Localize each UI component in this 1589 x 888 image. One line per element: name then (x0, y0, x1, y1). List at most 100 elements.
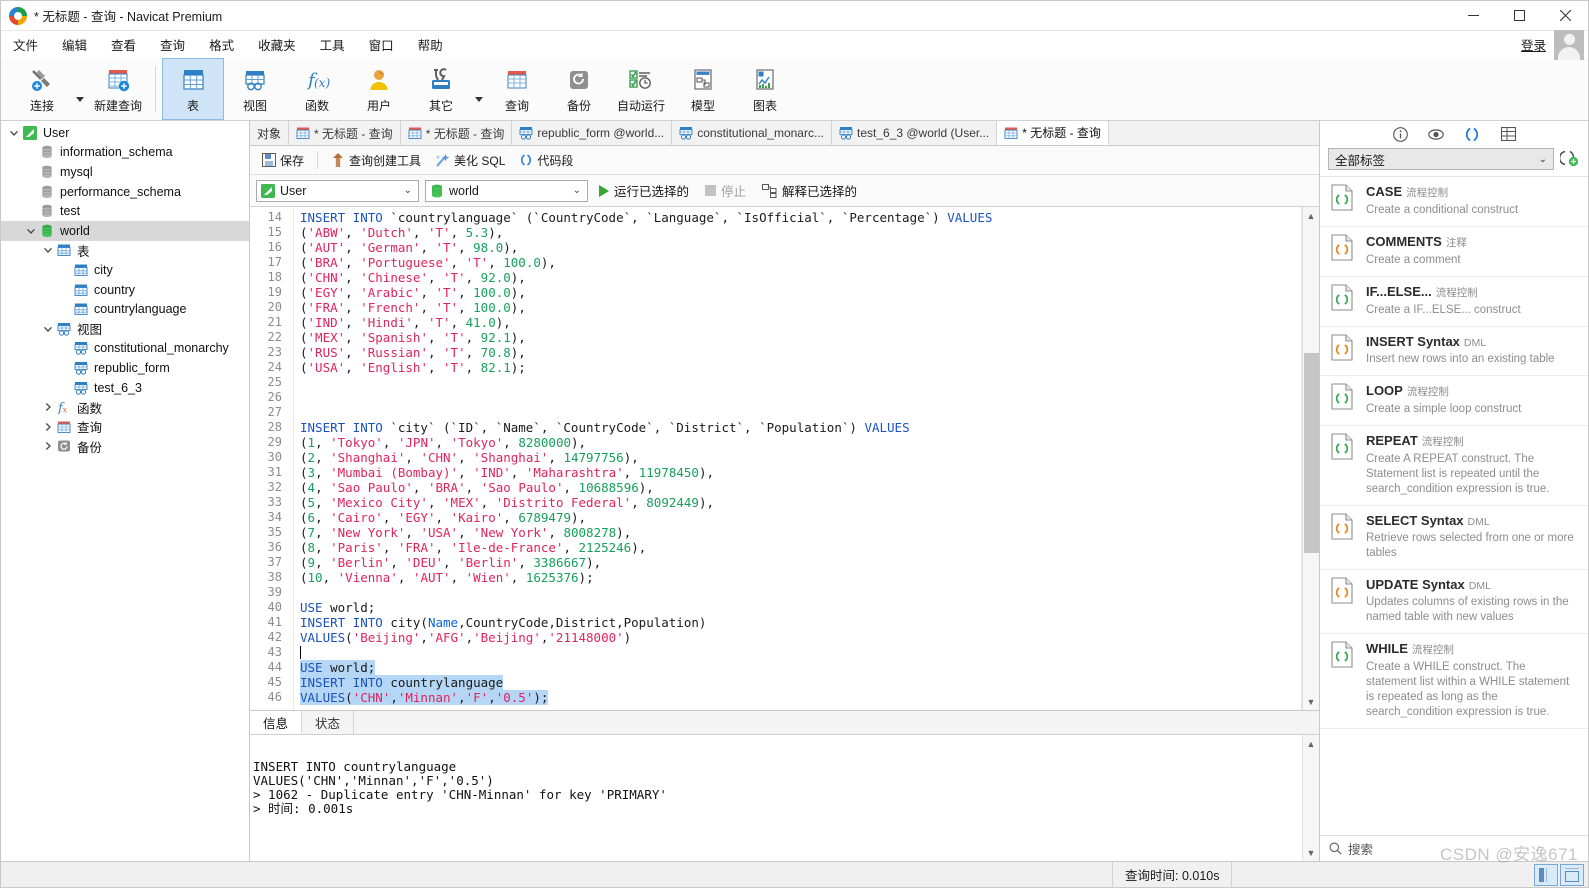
expand-chevron-right-icon[interactable] (41, 422, 55, 432)
editor-line[interactable]: 31 (3, 'Mumbai (Bombay)', 'IND', 'Maharas… (250, 465, 1301, 480)
close-button[interactable] (1542, 1, 1588, 31)
menu-item-file[interactable]: 文件 (1, 31, 50, 58)
tab-1[interactable]: * 无标题 - 查询 (289, 121, 401, 145)
avatar[interactable] (1554, 29, 1584, 60)
beautify-sql-button[interactable]: 美化 SQL (429, 149, 511, 172)
tree-item-test[interactable]: test (1, 201, 249, 221)
run-selected-button[interactable]: 运行已选择的 (594, 178, 694, 203)
stop-button[interactable]: 停止 (700, 178, 751, 203)
menu-item-query[interactable]: 查询 (148, 31, 197, 58)
snippet-list[interactable]: CASE 流程控制 Create a conditional construct CO… (1320, 176, 1588, 835)
toolbar-model[interactable]: 模型 (672, 58, 734, 120)
grid-icon[interactable] (1499, 125, 1517, 143)
toolbar-function[interactable]: f (x) 函数 (286, 58, 348, 120)
tab-5[interactable]: test_6_3 @world (User... (831, 121, 998, 145)
snippets-button[interactable]: 代码段 (513, 149, 579, 172)
menu-item-window[interactable]: 窗口 (357, 31, 406, 58)
other-dropdown-caret[interactable] (472, 58, 486, 120)
snippet-item[interactable]: IF...ELSE... 流程控制 Create a IF...ELSE... co… (1320, 277, 1588, 327)
editor-line[interactable]: 34 (6, 'Cairo', 'EGY', 'Kairo', 6789479), (250, 510, 1301, 525)
tree-item-[interactable]: 视图 (1, 319, 249, 339)
login-link[interactable]: 登录 (1521, 35, 1546, 54)
tab-2[interactable]: * 无标题 - 查询 (400, 121, 513, 145)
editor-line[interactable]: 33 (5, 'Mexico City', 'MEX', 'Distrito Fe… (250, 495, 1301, 510)
info-icon[interactable] (1391, 125, 1409, 143)
toolbar-connection[interactable]: 连接 (11, 58, 73, 120)
result-tab-0[interactable]: 信息 (250, 711, 303, 734)
snippet-item[interactable]: UPDATE Syntax DML Updates columns of exist… (1320, 570, 1588, 634)
result-vertical-scrollbar[interactable]: ▲ ▼ (1302, 735, 1319, 861)
snippet-search[interactable]: 搜索 (1320, 835, 1588, 861)
editor-line[interactable]: 35 (7, 'New York', 'USA', 'New York', 800… (250, 525, 1301, 540)
editor-line[interactable]: 37 (9, 'Berlin', 'DEU', 'Berlin', 3386667… (250, 555, 1301, 570)
maximize-button[interactable] (1496, 1, 1542, 31)
tree-item-test_6_3[interactable]: test_6_3 (1, 378, 249, 398)
tree-item-mysql[interactable]: mysql (1, 162, 249, 182)
expand-chevron-right-icon[interactable] (41, 441, 55, 451)
editor-line[interactable]: 19 ('EGY', 'Arabic', 'T', 100.0), (250, 285, 1301, 300)
tree-item-[interactable]: f x 函数 (1, 397, 249, 417)
connection-select[interactable]: User ⌄ (256, 179, 419, 202)
tab-3[interactable]: republic_form @world... (512, 121, 673, 145)
scroll-down-icon[interactable]: ▼ (1303, 693, 1320, 710)
tab-4[interactable]: constitutional_monarc... (672, 121, 832, 145)
object-tree[interactable]: User information_schema mysql performance_s… (1, 121, 250, 861)
editor-line[interactable]: 25 (250, 375, 1301, 390)
toolbar-other[interactable]: 其它 (410, 58, 472, 120)
editor-vertical-scrollbar[interactable]: ▲ ▼ (1302, 207, 1319, 710)
snippet-icon[interactable] (1463, 125, 1481, 143)
editor-line[interactable]: 38 (10, 'Vienna', 'AUT', 'Wien', 1625376)… (250, 570, 1301, 585)
sql-editor[interactable]: 14 INSERT INTO `countrylanguage` (`Countr… (250, 207, 1302, 710)
tree-item-information_schema[interactable]: information_schema (1, 143, 249, 163)
toolbar-backup[interactable]: 备份 (548, 58, 610, 120)
tree-item-republic_form[interactable]: republic_form (1, 358, 249, 378)
snippet-item[interactable]: COMMENTS 注释 Create a comment (1320, 227, 1588, 277)
scroll-up-icon[interactable]: ▲ (1303, 207, 1320, 224)
tree-item-country[interactable]: country (1, 280, 249, 300)
tree-item-[interactable]: 查询 (1, 417, 249, 437)
scroll-up-icon[interactable]: ▲ (1303, 735, 1320, 752)
editor-line[interactable]: 27 (250, 405, 1301, 420)
editor-line[interactable]: 24 ('USA', 'English', 'T', 82.1); (250, 360, 1301, 375)
editor-line[interactable]: 15 ('ABW', 'Dutch', 'T', 5.3), (250, 225, 1301, 240)
tree-item-User[interactable]: User (1, 123, 249, 143)
query-builder-button[interactable]: 查询创建工具 (325, 149, 427, 172)
editor-line[interactable]: 14 INSERT INTO `countrylanguage` (`Countr… (250, 210, 1301, 225)
editor-line[interactable]: 41 INSERT INTO city(Name,CountryCode,Dist… (250, 615, 1301, 630)
editor-line[interactable]: 29 (1, 'Tokyo', 'JPN', 'Tokyo', 8280000), (250, 435, 1301, 450)
menu-item-format[interactable]: 格式 (197, 31, 246, 58)
tree-item-world[interactable]: world (1, 220, 249, 241)
editor-line[interactable]: 23 ('RUS', 'Russian', 'T', 70.8), (250, 345, 1301, 360)
expand-chevron-down-icon[interactable] (7, 128, 21, 138)
toolbar-table[interactable]: 表 (162, 58, 224, 120)
expand-chevron-down-icon[interactable] (24, 226, 38, 236)
menu-item-help[interactable]: 帮助 (406, 31, 455, 58)
snippet-item[interactable]: SELECT Syntax DML Retrieve rows selected f… (1320, 506, 1588, 570)
tree-item-performance_schema[interactable]: performance_schema (1, 182, 249, 202)
snippet-item[interactable]: CASE 流程控制 Create a conditional construct (1320, 177, 1588, 227)
explain-selected-button[interactable]: 解释已选择的 (757, 178, 862, 203)
tree-item-constitutional_monarchy[interactable]: constitutional_monarchy (1, 339, 249, 359)
expand-chevron-right-icon[interactable] (41, 402, 55, 412)
editor-line[interactable]: 32 (4, 'Sao Paulo', 'BRA', 'Sao Paulo', 1… (250, 480, 1301, 495)
database-select[interactable]: world ⌄ (425, 179, 588, 202)
snippet-item[interactable]: WHILE 流程控制 Create a WHILE construct. The s… (1320, 634, 1588, 729)
toolbar-new-query[interactable]: 新建查询 (87, 58, 149, 120)
editor-line[interactable]: 17 ('BRA', 'Portuguese', 'T', 100.0), (250, 255, 1301, 270)
toolbar-automation[interactable]: 自动运行 (610, 58, 672, 120)
editor-line[interactable]: 20 ('FRA', 'French', 'T', 100.0), (250, 300, 1301, 315)
editor-line[interactable]: 36 (8, 'Paris', 'FRA', 'Ile-de-France', 2… (250, 540, 1301, 555)
editor-line[interactable]: 40 USE world; (250, 600, 1301, 615)
add-snippet-button[interactable] (1558, 149, 1582, 169)
scrollbar-thumb[interactable] (1304, 353, 1319, 553)
editor-line[interactable]: 16 ('AUT', 'German', 'T', 98.0), (250, 240, 1301, 255)
tab-0[interactable]: 对象 (250, 121, 290, 145)
tree-item-city[interactable]: city (1, 260, 249, 280)
snippet-item[interactable]: LOOP 流程控制 Create a simple loop construct (1320, 376, 1588, 426)
editor-line[interactable]: 30 (2, 'Shanghai', 'CHN', 'Shanghai', 147… (250, 450, 1301, 465)
tree-item-[interactable]: 备份 (1, 437, 249, 457)
menu-item-favorites[interactable]: 收藏夹 (246, 31, 308, 58)
split-view-horizontal-button[interactable] (1560, 863, 1584, 886)
tree-item-countrylanguage[interactable]: countrylanguage (1, 299, 249, 319)
editor-line[interactable]: 46 VALUES('CHN','Minnan','F','0.5'); (250, 690, 1301, 705)
